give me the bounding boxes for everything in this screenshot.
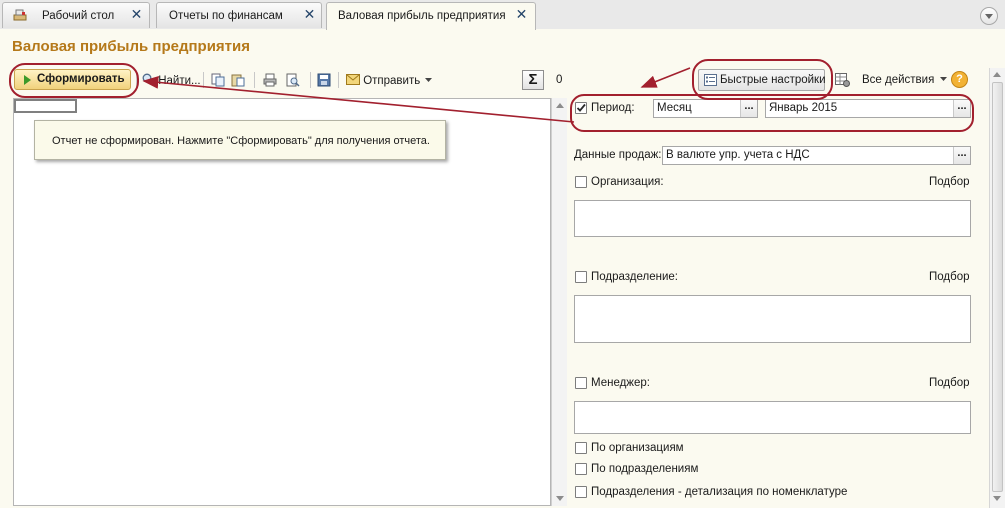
report-not-generated-notice: Отчет не сформирован. Нажмите "Сформиров… <box>34 120 446 160</box>
sales-data-field[interactable]: В валюте упр. учета с НДС ... <box>662 146 971 165</box>
tab-gross-profit[interactable]: Валовая прибыль предприятия ✕ <box>326 2 536 30</box>
select-dots-icon[interactable]: ... <box>953 147 970 164</box>
organization-list[interactable] <box>574 200 971 237</box>
tab-desktop[interactable]: Рабочий стол ✕ <box>2 2 150 28</box>
send-label: Отправить <box>363 75 421 87</box>
selected-cell[interactable] <box>14 99 77 113</box>
by-departments-checkbox[interactable] <box>575 463 587 475</box>
print-icon[interactable] <box>263 73 277 87</box>
manager-checkbox[interactable] <box>575 377 587 389</box>
organization-checkbox[interactable] <box>575 176 587 188</box>
toolbar-separator <box>310 72 311 88</box>
sum-value: 0 <box>556 74 563 86</box>
find-button[interactable]: Найти... <box>142 73 201 87</box>
find-label: Найти... <box>158 75 201 87</box>
sales-data-label: Данные продаж: <box>574 149 662 161</box>
settings-scrollbar[interactable] <box>989 68 1005 508</box>
toolbar-separator <box>338 72 339 88</box>
sum-button[interactable]: Σ <box>522 70 544 90</box>
chevron-down-icon <box>985 14 993 19</box>
by-departments-label: По подразделениям <box>591 463 699 475</box>
department-pick-link[interactable]: Подбор <box>929 271 970 283</box>
report-scrollbar[interactable] <box>551 98 567 506</box>
close-icon[interactable]: ✕ <box>515 7 528 21</box>
magnifier-icon <box>142 73 155 86</box>
paste-icon[interactable] <box>231 73 245 87</box>
toolbar-separator <box>254 72 255 88</box>
manager-list[interactable] <box>574 401 971 434</box>
annotation-oval-period <box>570 94 974 132</box>
table-settings-icon[interactable] <box>835 73 850 87</box>
all-actions-label: Все действия <box>862 74 935 86</box>
window-menu-button[interactable] <box>980 7 998 25</box>
copy-icon[interactable] <box>211 73 225 87</box>
by-organizations-checkbox[interactable] <box>575 442 587 454</box>
tab-label: Валовая прибыль предприятия <box>338 10 506 22</box>
organization-pick-link[interactable]: Подбор <box>929 176 970 188</box>
departments-detail-label: Подразделения - детализация по номенклат… <box>591 486 848 498</box>
scroll-down-icon[interactable] <box>556 496 564 501</box>
scroll-thumb[interactable] <box>992 82 1003 492</box>
organization-label: Организация: <box>591 176 664 188</box>
close-icon[interactable]: ✕ <box>303 7 316 21</box>
chevron-down-icon <box>939 77 947 81</box>
scroll-up-icon[interactable] <box>556 103 564 108</box>
annotation-oval-generate <box>9 63 139 98</box>
help-button[interactable]: ? <box>951 71 968 88</box>
envelope-icon <box>346 74 360 85</box>
tab-label: Отчеты по финансам <box>169 10 283 22</box>
department-checkbox[interactable] <box>575 271 587 283</box>
page-title: Валовая прибыль предприятия <box>12 38 250 55</box>
sales-data-value: В валюте упр. учета с НДС <box>666 149 810 161</box>
tab-bar: Рабочий стол ✕ Отчеты по финансам ✕ Вало… <box>0 0 1005 30</box>
toolbar-separator <box>203 72 204 88</box>
departments-detail-checkbox[interactable] <box>575 486 587 498</box>
manager-pick-link[interactable]: Подбор <box>929 377 970 389</box>
chevron-down-icon <box>425 78 433 82</box>
save-icon[interactable] <box>317 73 331 87</box>
send-button[interactable]: Отправить <box>346 74 433 87</box>
notice-text: Отчет не сформирован. Нажмите "Сформиров… <box>52 135 430 147</box>
department-list[interactable] <box>574 295 971 343</box>
scroll-down-icon[interactable] <box>993 496 1001 501</box>
close-icon[interactable]: ✕ <box>130 7 143 21</box>
manager-label: Менеджер: <box>591 377 650 389</box>
tab-finance-reports[interactable]: Отчеты по финансам ✕ <box>156 2 322 28</box>
desktop-icon <box>12 7 28 23</box>
department-label: Подразделение: <box>591 271 678 283</box>
print-preview-icon[interactable] <box>286 73 300 87</box>
tab-label: Рабочий стол <box>42 10 115 22</box>
by-organizations-label: По организациям <box>591 442 684 454</box>
all-actions-menu[interactable]: Все действия <box>862 74 947 86</box>
scroll-up-icon[interactable] <box>993 72 1001 77</box>
